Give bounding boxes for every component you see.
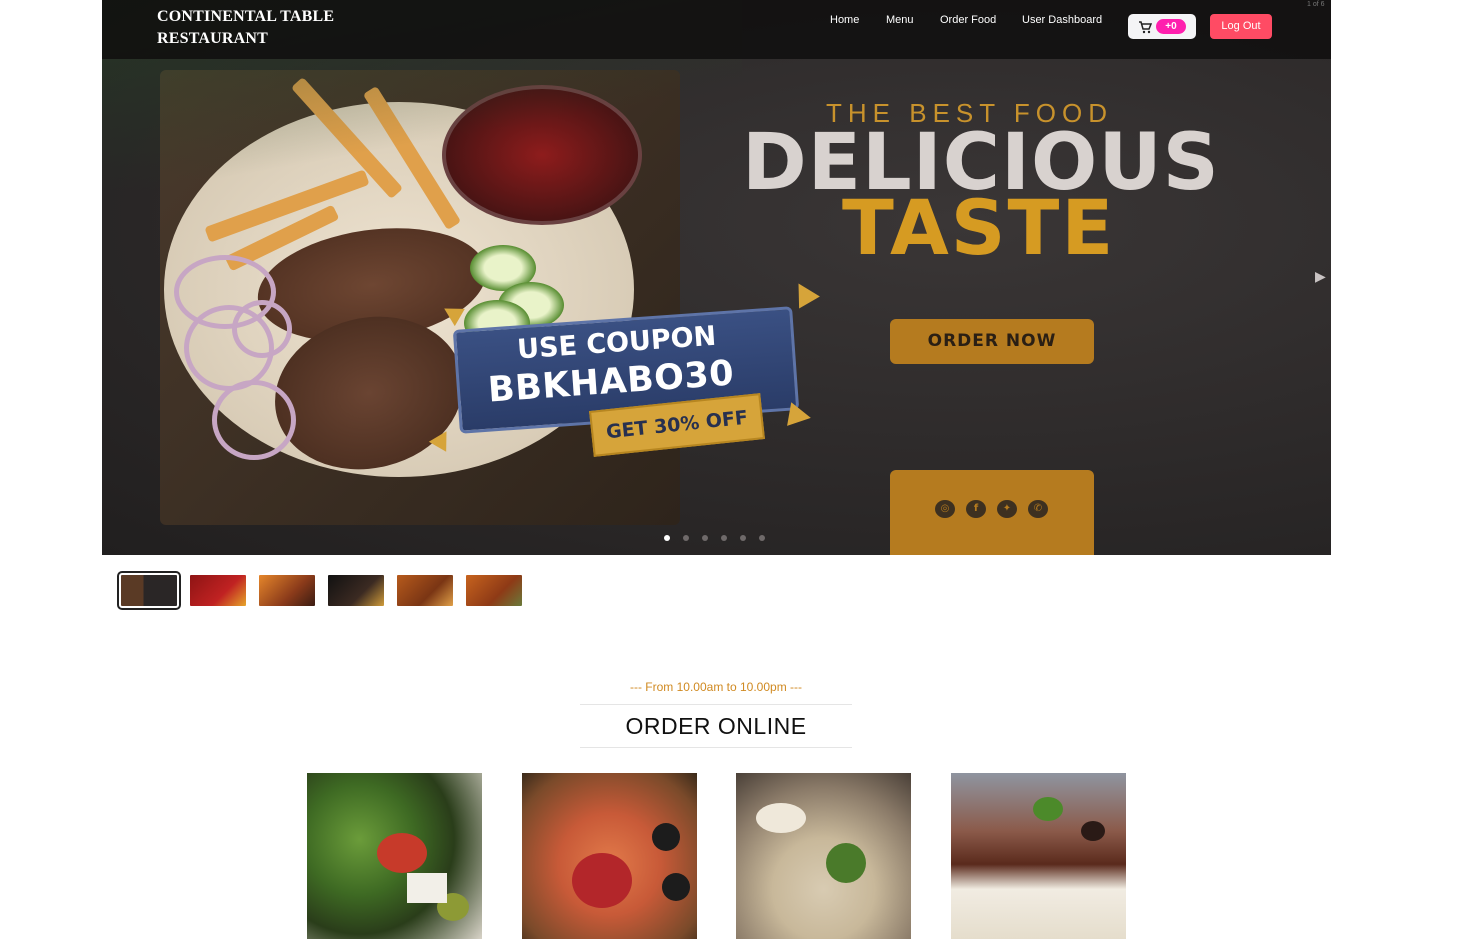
- logout-button[interactable]: Log Out: [1210, 14, 1272, 39]
- order-online-heading: ORDER ONLINE: [580, 704, 852, 748]
- slide-dot[interactable]: [721, 535, 727, 541]
- slide-thumbnail[interactable]: [259, 575, 315, 606]
- slide-counter: 1 of 6: [1307, 1, 1325, 8]
- nav-menu[interactable]: Menu: [886, 14, 914, 26]
- whatsapp-icon[interactable]: ✆: [1028, 500, 1048, 518]
- berry-shape: [1081, 821, 1105, 841]
- cheese-shape: [407, 873, 447, 903]
- twitter-icon[interactable]: ✦: [997, 500, 1017, 518]
- social-links-box: ◎ f ✦ ✆: [890, 470, 1094, 555]
- slide-thumbnail[interactable]: [190, 575, 246, 606]
- confetti-shape: [787, 402, 813, 430]
- parsley-shape: [826, 843, 866, 883]
- slide-thumbnail[interactable]: [466, 575, 522, 606]
- black-olive-shape: [662, 873, 690, 901]
- slide-thumbnail[interactable]: [397, 575, 453, 606]
- cart-count-badge: +0: [1156, 19, 1186, 34]
- slide-dot[interactable]: [740, 535, 746, 541]
- opening-hours: --- From 10.00am to 10.00pm ---: [629, 680, 803, 694]
- mint-leaf-shape: [1033, 797, 1063, 821]
- pizza-image[interactable]: [522, 773, 697, 939]
- slide-thumbnail[interactable]: [328, 575, 384, 606]
- salad-image[interactable]: [307, 773, 482, 939]
- nav-home[interactable]: Home: [830, 14, 859, 26]
- slide-dot[interactable]: [683, 535, 689, 541]
- mushroom-shape: [756, 803, 806, 833]
- cart-icon: [1139, 21, 1152, 34]
- onion-ring-image: [212, 380, 296, 460]
- order-now-button[interactable]: ORDER NOW: [890, 319, 1094, 364]
- cake-image[interactable]: [951, 773, 1126, 939]
- slide-dot[interactable]: [702, 535, 708, 541]
- facebook-icon[interactable]: f: [966, 500, 986, 518]
- brand-line-2: RESTAURANT: [157, 30, 269, 47]
- instagram-icon[interactable]: ◎: [935, 500, 955, 518]
- top-navbar: CONTINENTAL TABLE RESTAURANT Home Menu O…: [102, 0, 1331, 59]
- next-slide-arrow[interactable]: ▶: [1315, 269, 1326, 285]
- hero-banner: USE COUPON BBKHABO30 GET 30% OFF THE BES…: [102, 0, 1331, 555]
- brand-logo[interactable]: CONTINENTAL TABLE RESTAURANT: [157, 6, 377, 50]
- slide-dot[interactable]: [664, 535, 670, 541]
- slide-dot[interactable]: [759, 535, 765, 541]
- brand-line-1: CONTINENTAL TABLE: [157, 8, 335, 25]
- nav-user-dashboard[interactable]: User Dashboard: [1022, 14, 1102, 26]
- cart-button[interactable]: +0: [1128, 14, 1196, 39]
- black-olive-shape: [652, 823, 680, 851]
- soup-image[interactable]: [736, 773, 911, 939]
- onion-ring-image: [232, 300, 292, 358]
- nav-order-food[interactable]: Order Food: [940, 14, 996, 26]
- slide-thumbnail[interactable]: [117, 571, 181, 610]
- hero-accent-title: TASTE: [842, 183, 1116, 272]
- pepperoni-shape: [572, 853, 632, 908]
- tomato-shape: [377, 833, 427, 873]
